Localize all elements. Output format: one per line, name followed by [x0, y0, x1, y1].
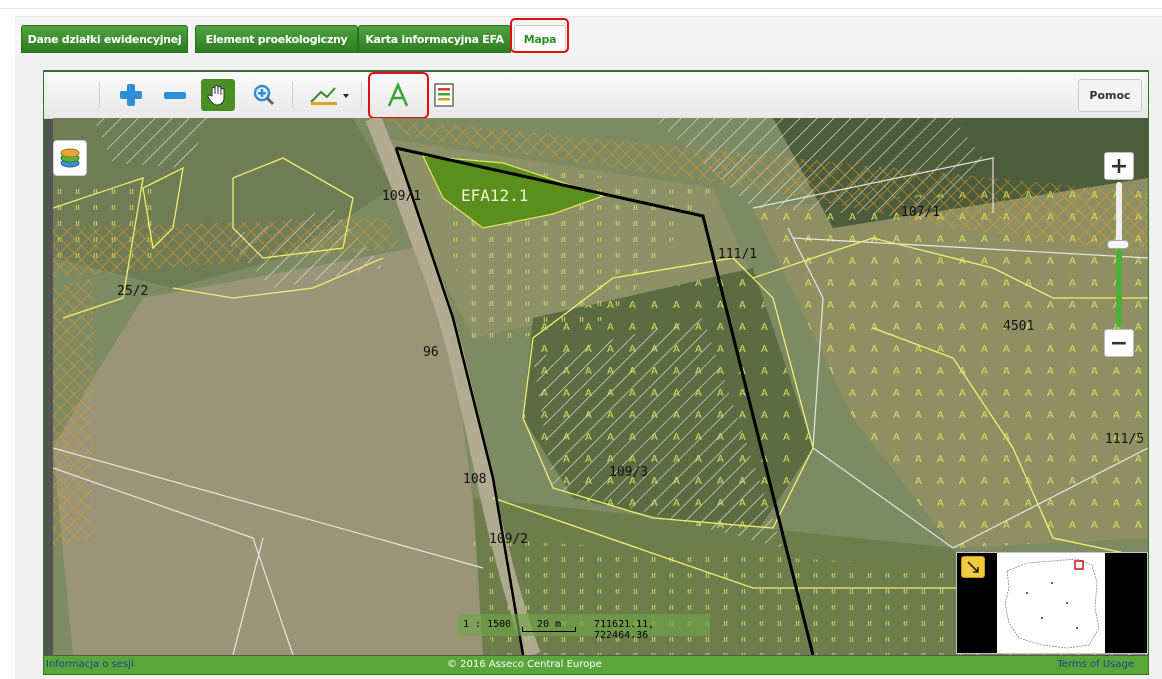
poland-outline	[1004, 558, 1100, 649]
tab-karta-informacyjna[interactable]: Karta informacyjna EFA	[358, 25, 511, 53]
efa-label: EFA12.1	[461, 186, 528, 205]
measure-icon[interactable]	[306, 79, 352, 111]
parcel-label: 25/2	[117, 284, 148, 299]
zoom-box-icon[interactable]	[247, 79, 281, 111]
zoom-in-icon[interactable]	[114, 79, 148, 111]
toolbar-separator	[99, 82, 100, 108]
toolbar-separator	[361, 82, 362, 108]
parcel-label: 111/5	[1105, 432, 1144, 447]
tab-bar: Dane działki ewidencyjnej Element proeko…	[15, 16, 1162, 57]
parcel-label: 109/2	[489, 532, 528, 547]
scale-coordinates-bar: 1 : 1500 20 m 711621.11, 722464.36	[458, 614, 710, 641]
copyright-text: © 2016 Asseco Central Europe	[447, 659, 602, 670]
pan-hand-icon[interactable]	[201, 79, 235, 111]
map-coordinates: 711621.11, 722464.36	[594, 619, 655, 641]
tab-element-proekologiczny[interactable]: Element proekologiczny	[195, 25, 358, 53]
parcel-label: 96	[423, 345, 439, 360]
terms-link[interactable]: Terms of Usage	[1057, 656, 1134, 674]
top-divider	[0, 8, 1162, 9]
zoom-out-icon[interactable]	[158, 79, 192, 111]
tab-dane-dzialki[interactable]: Dane działki ewidencyjnej	[21, 25, 188, 53]
zoom-slider-handle[interactable]	[1107, 240, 1129, 249]
parcel-label: 107/1	[901, 205, 940, 220]
map-zoom-out-button[interactable]: −	[1104, 329, 1134, 357]
parcel-label: 111/1	[718, 247, 757, 262]
zoom-slider-fill	[1116, 248, 1122, 327]
map-toolbar	[44, 72, 1148, 119]
parcel-label: 109/1	[382, 189, 421, 204]
draw-tool-highlight	[368, 72, 429, 119]
parcel-label: 108	[463, 472, 486, 487]
overview-toggle-icon[interactable]	[961, 556, 985, 578]
toolbar-separator	[292, 82, 293, 108]
scale-bar	[522, 627, 576, 632]
legend-icon[interactable]	[427, 79, 461, 111]
layers-icon[interactable]	[53, 140, 87, 176]
mapa-tab-highlight	[510, 18, 569, 53]
session-info-link[interactable]: Informacja o sesji	[46, 656, 134, 674]
parcel-label: 4501	[1003, 319, 1034, 334]
map-footer: Informacja o sesji © 2016 Asseco Central…	[44, 656, 1148, 674]
help-button[interactable]: Pomoc	[1078, 79, 1142, 112]
parcel-label: 109/3	[609, 465, 648, 480]
scale-ratio: 1 : 1500	[463, 619, 512, 630]
map-zoom-in-button[interactable]: +	[1104, 152, 1134, 180]
